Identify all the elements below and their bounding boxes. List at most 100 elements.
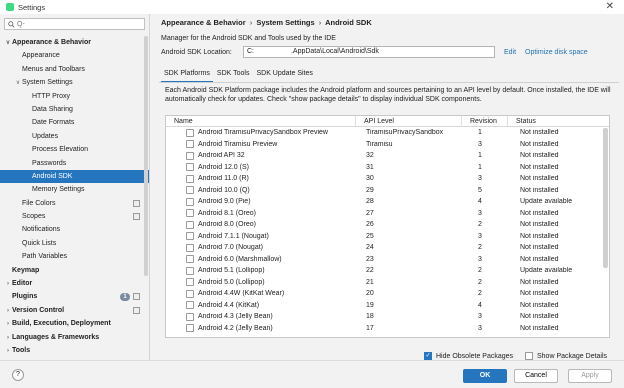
search-input[interactable] xyxy=(17,20,137,28)
show-package-details-checkbox[interactable] xyxy=(525,352,533,360)
tab-sdk-update-sites[interactable]: SDK Update Sites xyxy=(253,67,315,83)
status-cell: Not installed xyxy=(520,209,559,217)
hide-obsolete-checkbox[interactable]: ✓ xyxy=(424,352,432,360)
sidebar-item-label: Notifications xyxy=(22,226,61,234)
sidebar-item[interactable]: Updates xyxy=(0,130,149,143)
table-row[interactable]: Android 4.4 (KitKat) 19 4 Not installed xyxy=(166,300,609,312)
name-cell: Android Tiramisu Preview xyxy=(166,140,356,149)
install-checkbox[interactable] xyxy=(186,128,194,137)
sidebar-item[interactable]: Passwords xyxy=(0,157,149,170)
show-package-details-option[interactable]: Show Package Details xyxy=(525,352,607,360)
install-checkbox[interactable] xyxy=(186,151,194,160)
chevron-down-icon[interactable]: ∨ xyxy=(4,37,12,50)
install-checkbox[interactable] xyxy=(186,324,194,333)
table-row[interactable]: Android 8.1 (Oreo) 27 3 Not installed xyxy=(166,208,609,220)
sidebar-item[interactable]: Memory Settings xyxy=(0,183,149,196)
sidebar-item[interactable]: › Build, Execution, Deployment xyxy=(0,317,149,331)
sidebar-item[interactable]: ∨ Appearance & Behavior xyxy=(0,36,149,50)
table-row[interactable]: Android 7.1.1 (Nougat) 25 3 Not installed xyxy=(166,231,609,243)
install-checkbox[interactable] xyxy=(186,209,194,218)
tab-sdk-platforms[interactable]: SDK Platforms xyxy=(161,67,213,83)
sidebar-item[interactable]: Scopes xyxy=(0,210,149,223)
column-header-revision[interactable]: Revision xyxy=(462,116,508,126)
install-checkbox[interactable] xyxy=(186,186,194,195)
optimize-disk-space-link[interactable]: Optimize disk space xyxy=(525,49,588,56)
column-header-api-level[interactable]: API Level xyxy=(356,116,462,126)
table-row[interactable]: Android 9.0 (Pie) 28 4 Update available xyxy=(166,196,609,208)
table-scrollbar[interactable] xyxy=(603,128,608,268)
sidebar-scrollbar[interactable] xyxy=(144,36,148,276)
sidebar-item[interactable]: Data Sharing xyxy=(0,103,149,116)
install-checkbox[interactable] xyxy=(186,312,194,321)
table-row[interactable]: Android 4.2 (Jelly Bean) 17 3 Not installed xyxy=(166,323,609,335)
sidebar-item[interactable]: Quick Lists xyxy=(0,237,149,250)
column-header-status[interactable]: Status xyxy=(508,116,598,126)
install-checkbox[interactable] xyxy=(186,243,194,252)
sidebar-item[interactable]: › Languages & Frameworks xyxy=(0,331,149,345)
sidebar-item[interactable]: › Editor xyxy=(0,277,149,291)
platform-name: Android 4.4 (KitKat) xyxy=(198,301,260,309)
apply-button[interactable]: Apply xyxy=(568,369,612,383)
chevron-right-icon[interactable]: › xyxy=(4,318,12,331)
sdk-location-field[interactable]: C: .AppData\Local\Android\Sdk xyxy=(243,46,495,58)
sidebar-item[interactable]: Plugins 1 xyxy=(0,290,149,303)
chevron-right-icon[interactable]: › xyxy=(4,345,12,358)
tab-sdk-tools[interactable]: SDK Tools xyxy=(214,67,253,83)
table-row[interactable]: Android API 32 32 1 Not installed xyxy=(166,150,609,162)
install-checkbox[interactable] xyxy=(186,163,194,172)
help-button[interactable]: ? xyxy=(12,369,24,381)
table-row[interactable]: Android 7.0 (Nougat) 24 2 Not installed xyxy=(166,242,609,254)
table-row[interactable]: Android 5.1 (Lollipop) 22 2 Update availabl… xyxy=(166,265,609,277)
table-row[interactable]: Android 12.0 (S) 31 1 Not installed xyxy=(166,162,609,174)
install-checkbox[interactable] xyxy=(186,197,194,206)
sidebar-item[interactable]: › Tools xyxy=(0,344,149,358)
sidebar-item[interactable]: Android SDK xyxy=(0,169,149,184)
sidebar-item[interactable]: HTTP Proxy xyxy=(0,90,149,103)
sidebar-item[interactable]: File Colors xyxy=(0,197,149,210)
install-checkbox[interactable] xyxy=(186,232,194,241)
hide-obsolete-option[interactable]: ✓ Hide Obsolete Packages xyxy=(424,352,513,360)
ok-button[interactable]: OK xyxy=(463,369,507,383)
table-row[interactable]: Android 10.0 (Q) 29 5 Not installed xyxy=(166,185,609,197)
table-row[interactable]: Android 4.3 (Jelly Bean) 18 3 Not installed xyxy=(166,311,609,323)
table-row[interactable]: Android Tiramisu Preview Tiramisu 3 Not ins… xyxy=(166,139,609,151)
sidebar-item[interactable]: ∨ System Settings xyxy=(0,76,149,90)
install-checkbox[interactable] xyxy=(186,301,194,310)
column-header-name[interactable]: Name xyxy=(166,116,356,126)
chevron-right-icon[interactable]: › xyxy=(4,278,12,291)
sidebar-item[interactable]: Keymap xyxy=(0,264,149,277)
install-checkbox[interactable] xyxy=(186,278,194,287)
sidebar-item[interactable]: Notifications xyxy=(0,223,149,236)
chevron-right-icon[interactable]: › xyxy=(4,332,12,345)
table-row[interactable]: Android 6.0 (Marshmallow) 23 3 Not installe… xyxy=(166,254,609,266)
chevron-right-icon[interactable]: › xyxy=(4,305,12,318)
sidebar-item[interactable]: Menus and Toolbars xyxy=(0,63,149,76)
table-row[interactable]: Android 11.0 (R) 30 3 Not installed xyxy=(166,173,609,185)
sidebar-item-label: Build, Execution, Deployment xyxy=(12,320,111,328)
platform-name: Android 6.0 (Marshmallow) xyxy=(198,255,282,263)
install-checkbox[interactable] xyxy=(186,266,194,275)
sidebar-item[interactable]: › Version Control xyxy=(0,304,149,318)
install-checkbox[interactable] xyxy=(186,255,194,264)
dialog-footer: ? OK Cancel Apply xyxy=(0,360,624,388)
sidebar-item[interactable]: Date Formats xyxy=(0,116,149,129)
edit-link[interactable]: Edit xyxy=(504,49,516,56)
chevron-down-icon[interactable]: ∨ xyxy=(14,77,22,90)
table-row[interactable]: Android TiramisuPrivacySandbox Preview Ti… xyxy=(166,127,609,139)
table-row[interactable]: Android 5.0 (Lollipop) 21 2 Not installed xyxy=(166,277,609,289)
install-checkbox[interactable] xyxy=(186,174,194,183)
table-row[interactable]: Android 8.0 (Oreo) 26 2 Not installed xyxy=(166,219,609,231)
sidebar-item[interactable]: Appearance xyxy=(0,49,149,62)
install-checkbox[interactable] xyxy=(186,220,194,229)
close-icon[interactable]: ✕ xyxy=(606,1,614,12)
install-checkbox[interactable] xyxy=(186,140,194,149)
sidebar-item[interactable]: Process Elevation xyxy=(0,143,149,156)
table-row[interactable]: Android 4.4W (KitKat Wear) 20 2 Not install… xyxy=(166,288,609,300)
sidebar-item-label: Appearance & Behavior xyxy=(12,39,91,46)
cancel-button[interactable]: Cancel xyxy=(514,369,558,383)
settings-search[interactable] xyxy=(4,18,145,30)
sidebar-item[interactable]: Path Variables xyxy=(0,250,149,263)
install-checkbox[interactable] xyxy=(186,289,194,298)
api-level-cell: 25 xyxy=(366,232,374,240)
status-cell: Not installed xyxy=(520,301,559,309)
